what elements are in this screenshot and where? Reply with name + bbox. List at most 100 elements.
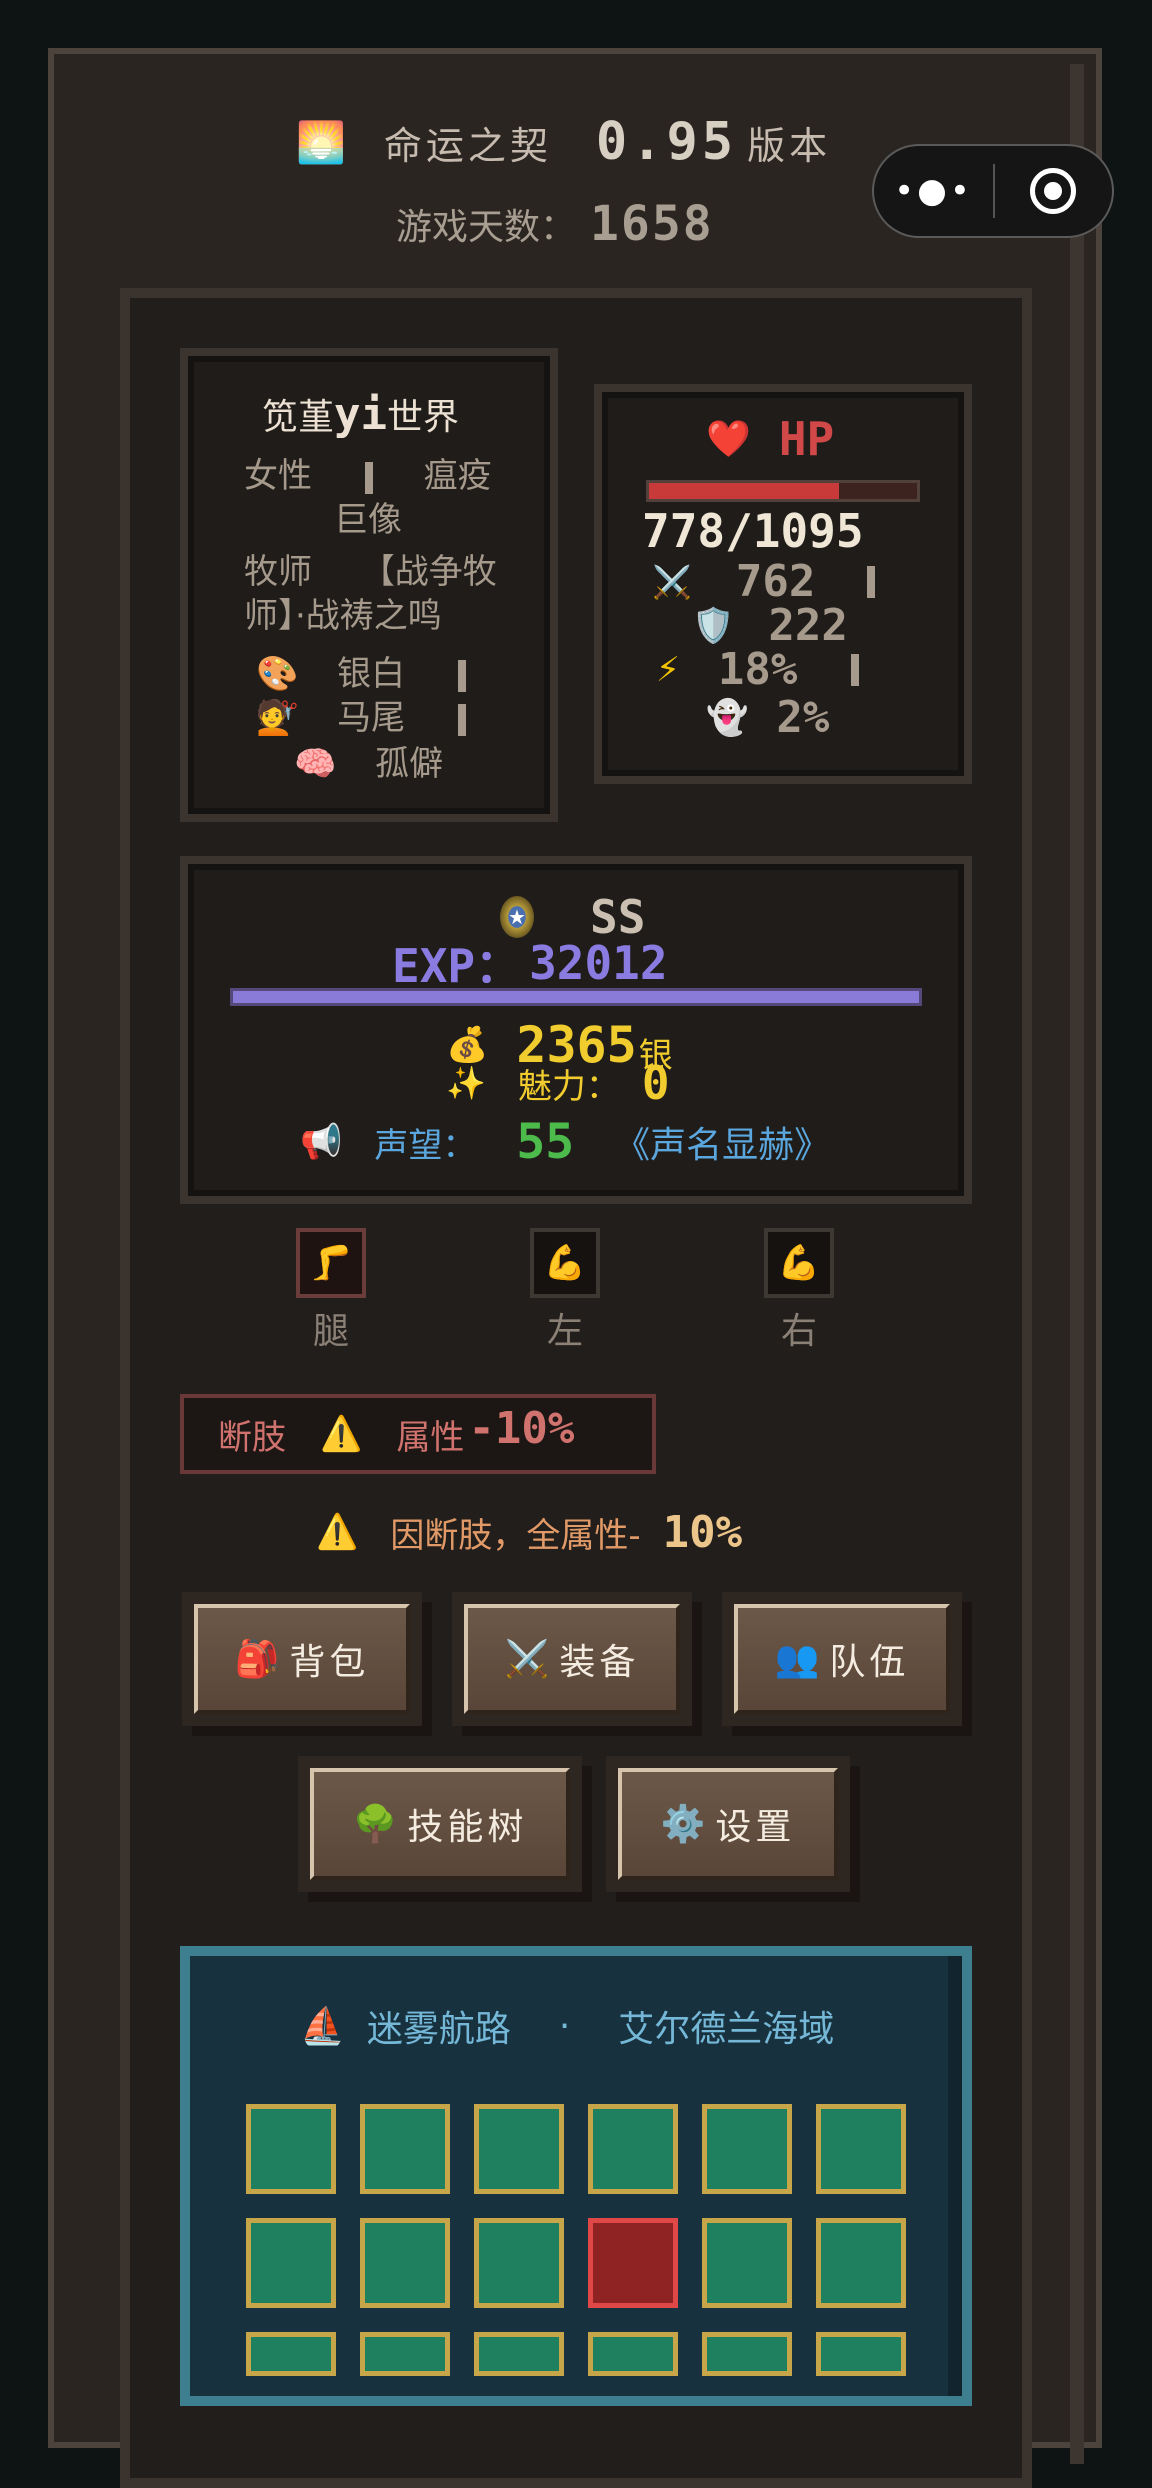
warning-icon: ⚠️	[320, 1414, 363, 1454]
bag-button[interactable]: 🎒 背包	[194, 1604, 410, 1714]
title-separator: ·	[558, 2005, 571, 2047]
leg-icon: 🦵	[296, 1228, 366, 1298]
map-cell[interactable]	[246, 2104, 336, 2194]
fame-title: 《声名显赫》	[614, 1125, 831, 1166]
version-suffix: 版本	[747, 123, 832, 168]
limb-slot-right-arm[interactable]: 💪 右	[764, 1228, 834, 1354]
map-cell[interactable]	[474, 2332, 564, 2376]
sparkles-icon: ✨	[446, 1064, 486, 1102]
map-cell[interactable]	[588, 2332, 678, 2376]
map-cell[interactable]	[816, 2218, 906, 2308]
name-latin: yi	[334, 389, 387, 440]
charm-line: ✨ 魅力： 0	[446, 1056, 670, 1110]
settings-button[interactable]: ⚙️ 设置	[618, 1768, 838, 1880]
name-prefix: 笕堇	[262, 397, 335, 438]
team-label: 队伍	[829, 1642, 910, 1683]
map-cell[interactable]	[360, 2332, 450, 2376]
close-miniprogram-button[interactable]	[995, 168, 1112, 214]
limb-slot-left-arm[interactable]: 💪 左	[530, 1228, 600, 1354]
team-icon: 👥	[774, 1639, 824, 1680]
ghost-icon: 👻	[706, 697, 749, 738]
limb-slot-leg[interactable]: 🦵 腿	[296, 1228, 366, 1354]
map-cell[interactable]	[246, 2332, 336, 2376]
trait-line: 🧠 孤僻	[294, 736, 443, 785]
map-cell[interactable]	[816, 2104, 906, 2194]
limb-label: 右	[780, 1311, 817, 1352]
debuff-label: 断肢	[218, 1417, 286, 1458]
hair-color-text: 银白	[337, 654, 406, 694]
tree-icon: 🌳	[352, 1804, 402, 1845]
warning-text: 因断肢，全属性-	[390, 1515, 641, 1556]
equip-button-frame: ⚔️ 装备	[452, 1592, 692, 1726]
skill-tree-label: 技能树	[407, 1807, 528, 1848]
limb-label: 腿	[312, 1311, 349, 1352]
map-cell[interactable]	[702, 2218, 792, 2308]
divider-bar	[457, 659, 466, 692]
class-line-1: 牧师 【战争牧	[244, 544, 497, 593]
origin2-text: 巨像	[334, 500, 402, 540]
map-cell[interactable]	[702, 2104, 792, 2194]
fame-value: 55	[516, 1114, 575, 1170]
equip-button[interactable]: ⚔️ 装备	[464, 1604, 680, 1714]
crit-line: ⚡ 18%	[656, 644, 860, 695]
debuff-warning: ⚠️ 因断肢，全属性- 10%	[316, 1498, 742, 1566]
name-suffix: 世界	[387, 397, 460, 438]
character-name: 笕堇yi世界	[262, 388, 459, 440]
bag-button-frame: 🎒 背包	[182, 1592, 422, 1726]
brain-icon: 🧠	[294, 744, 337, 784]
divider-bar	[364, 461, 373, 494]
crit-value: 18%	[717, 644, 798, 695]
days-value: 1658	[590, 196, 714, 252]
hp-bar	[646, 480, 920, 502]
lightning-icon: ⚡	[656, 649, 680, 690]
map-cell[interactable]	[360, 2104, 450, 2194]
skill-tree-button[interactable]: 🌳 技能树	[310, 1768, 570, 1880]
map-cell[interactable]	[474, 2218, 564, 2308]
game-title: 🌅 命运之契 0.95 版本	[296, 112, 831, 172]
skills-button-frame: 🌳 技能树	[298, 1756, 582, 1892]
palette-icon: 🎨	[256, 654, 299, 694]
shield-icon: 🛡️	[692, 605, 735, 646]
swords-icon: ⚔️	[652, 562, 692, 601]
dodge-value: 2%	[776, 692, 830, 743]
settings-button-frame: ⚙️ 设置	[606, 1756, 850, 1892]
class-line-2: 师】·战祷之鸣	[244, 596, 442, 636]
title-text: 命运之契	[383, 123, 552, 168]
route-name: 迷雾航路	[366, 2009, 511, 2050]
debuff-attr-label: 属性	[396, 1417, 465, 1458]
map-cell[interactable]	[816, 2332, 906, 2376]
hairstyle-icon: 💇	[256, 698, 299, 738]
map-cell[interactable]	[246, 2218, 336, 2308]
warning-value: 10%	[662, 1506, 743, 1558]
days-label: 游戏天数：	[396, 207, 577, 248]
map-title: ⛵ 迷雾航路 · 艾尔德兰海域	[300, 1996, 834, 2056]
map-cell[interactable]	[474, 2104, 564, 2194]
right-arm-icon: 💪	[764, 1228, 834, 1298]
heart-icon: ❤️	[706, 419, 751, 460]
exp-label: EXP：	[392, 939, 522, 993]
exp-bar	[230, 988, 922, 1006]
team-button[interactable]: 👥 队伍	[734, 1604, 950, 1714]
gender-origin-line: 女性 瘟疫	[244, 448, 492, 497]
map-cell[interactable]	[702, 2332, 792, 2376]
team-button-frame: 👥 队伍	[722, 1592, 962, 1726]
map-cell-current[interactable]	[588, 2218, 678, 2308]
warning-icon: ⚠️	[316, 1512, 359, 1552]
hp-header: ❤️ HP	[706, 412, 834, 466]
charm-label: 魅力：	[517, 1066, 620, 1107]
trait-text: 孤僻	[375, 744, 444, 784]
map-cell[interactable]	[588, 2104, 678, 2194]
map-cell[interactable]	[360, 2218, 450, 2308]
class-subtype-text: 【战争牧	[360, 552, 497, 592]
hair-color-line: 🎨 银白	[256, 646, 466, 695]
exp-line: EXP： 32012	[392, 930, 668, 996]
more-menu-button[interactable]: •●•	[874, 171, 993, 211]
sailboat-icon: ⛵	[300, 2006, 345, 2047]
bag-label: 背包	[289, 1642, 370, 1683]
divider-bar	[851, 653, 860, 686]
hair-style-text: 马尾	[337, 698, 406, 738]
game-days: 游戏天数： 1658	[396, 196, 714, 252]
target-icon	[1030, 168, 1077, 214]
origin-text: 瘟疫	[423, 456, 492, 496]
region-name: 艾尔德兰海域	[618, 2009, 835, 2050]
